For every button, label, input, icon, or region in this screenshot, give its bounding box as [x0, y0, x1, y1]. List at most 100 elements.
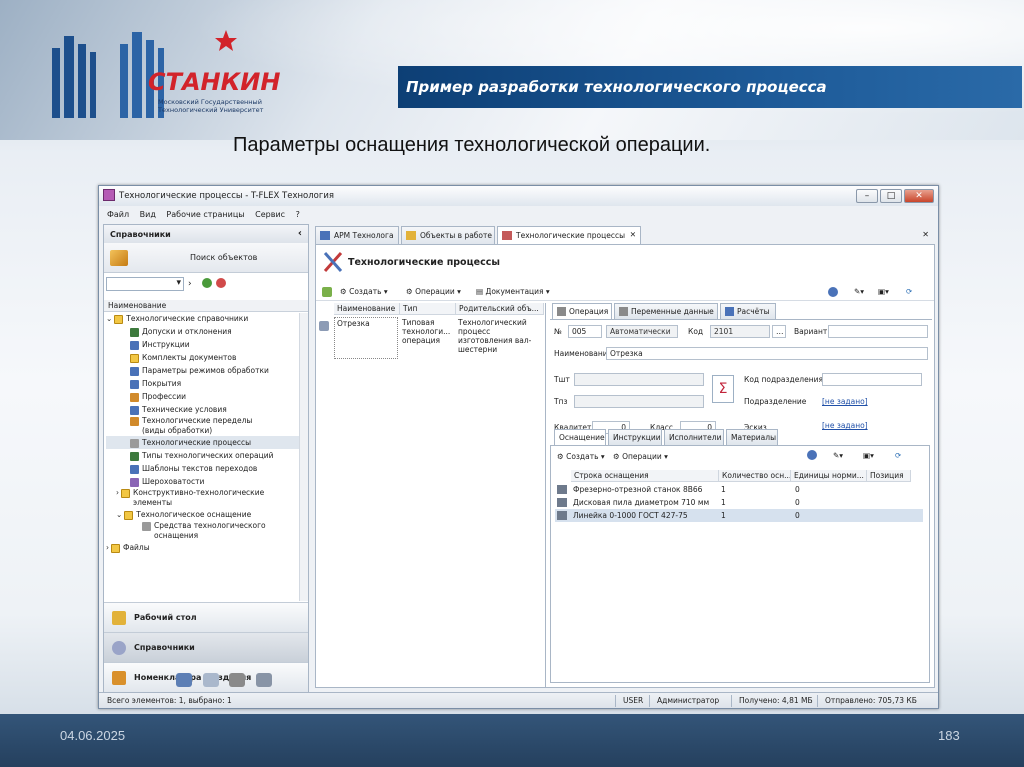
edit-icon[interactable]: ✎▾	[854, 287, 864, 296]
gears-icon[interactable]	[176, 673, 192, 687]
create-button[interactable]: ⚙ Создать ▾	[340, 287, 388, 296]
menu-file[interactable]: Файл	[107, 208, 129, 222]
tree-item[interactable]: Комплекты документов	[106, 351, 308, 364]
table-row-selected[interactable]: Линейка 0-1000 ГОСТ 427-75 1 0	[555, 509, 923, 522]
dept-link[interactable]: [не задано]	[822, 397, 868, 406]
user-icon[interactable]	[828, 287, 838, 297]
equip-operations-button[interactable]: ⚙ Операции ▾	[613, 452, 668, 461]
refresh-icon[interactable]	[202, 278, 212, 288]
mode-select[interactable]: Автоматически	[606, 325, 678, 338]
refresh-icon[interactable]: ⟳	[895, 451, 901, 460]
left-panel-title: Справочники	[110, 230, 171, 239]
col-units[interactable]: Единицы норми...	[791, 470, 867, 482]
user-icon[interactable]	[807, 450, 817, 460]
tree-item[interactable]: Параметры режимов обработки	[106, 364, 308, 377]
edit-icon[interactable]: ✎▾	[833, 451, 843, 460]
header-band: Пример разработки технологического проце…	[398, 66, 1022, 108]
close-all-icon[interactable]: ✕	[922, 230, 929, 239]
row-name[interactable]: Отрезка	[334, 317, 398, 359]
tab-operation[interactable]: Операция	[552, 303, 612, 319]
col-type[interactable]: Тип	[400, 303, 456, 315]
tree-item[interactable]: › Конструктивно-технологические элементы	[106, 488, 308, 508]
tree-column-header[interactable]: Наименование	[104, 300, 308, 312]
wrench-icon[interactable]	[255, 673, 272, 687]
col-name[interactable]: Наименование	[334, 303, 400, 315]
view-icon[interactable]: ▣▾	[878, 287, 889, 296]
tree-item[interactable]: Типы технологических операций	[106, 449, 308, 462]
minimize-button[interactable]: –	[856, 189, 878, 203]
documentation-button[interactable]: ▤ Документация ▾	[476, 287, 550, 296]
tree-item[interactable]: Технологические переделы (виды обработки…	[106, 416, 308, 436]
tree-item[interactable]: ⌄ Технологическое оснащение	[106, 508, 308, 521]
code-field[interactable]: 2101	[710, 325, 770, 338]
tab-instructions[interactable]: Инструкции	[608, 429, 662, 445]
tree-item[interactable]: Допуски и отклонения	[106, 325, 308, 338]
sigma-button[interactable]: Σ	[712, 375, 734, 403]
collapse-panel-icon[interactable]: ‹	[298, 228, 302, 239]
menu-service[interactable]: Сервис	[255, 208, 285, 222]
table-row[interactable]: Дисковая пила диаметром 710 мм 1 0	[555, 496, 923, 509]
dept-code-field[interactable]	[822, 373, 922, 386]
tree-item[interactable]: › Файлы	[106, 541, 308, 554]
chevron-right-icon[interactable]: ›	[188, 279, 192, 289]
num-field[interactable]: 005	[568, 325, 602, 338]
tpz-field[interactable]	[574, 395, 704, 408]
tab-materials[interactable]: Материалы	[726, 429, 778, 445]
col-quantity[interactable]: Количество осн...	[719, 470, 791, 482]
gear-icon	[619, 307, 628, 316]
mail-icon[interactable]	[202, 673, 219, 687]
tab-executors[interactable]: Исполнители	[664, 429, 724, 445]
col-parent[interactable]: Родительский объ...	[456, 303, 544, 315]
sketch-link[interactable]: [не задано]	[822, 421, 868, 430]
main-toolbar: ⚙ Создать ▾ ⚙ Операции ▾ ▤ Документация …	[316, 283, 934, 301]
row-parent[interactable]: Технологический процесс изготовления вал…	[458, 318, 544, 354]
tab-objects-in-work[interactable]: Объекты в работе	[401, 226, 495, 244]
close-tab-icon[interactable]: ✕	[630, 230, 636, 239]
operations-button[interactable]: ⚙ Операции ▾	[406, 287, 461, 296]
tree-item[interactable]: Средства технологического оснащения	[106, 521, 308, 541]
col-position[interactable]: Позиция	[867, 470, 911, 482]
glasses-icon[interactable]	[229, 673, 246, 687]
nav-desktop-button[interactable]: Рабочий стол	[104, 602, 308, 632]
object-search[interactable]: Поиск объектов	[104, 243, 308, 273]
view-icon[interactable]: ▣▾	[863, 451, 874, 460]
menu-view[interactable]: Вид	[140, 208, 156, 222]
menu-help[interactable]: ?	[296, 208, 300, 222]
tree-item[interactable]: Профессии	[106, 390, 308, 403]
tree-scrollbar[interactable]	[299, 313, 308, 601]
tab-equipment[interactable]: Оснащение	[554, 429, 606, 445]
col-equipment-line[interactable]: Строка оснащения	[571, 470, 719, 482]
tab-arm-technologist[interactable]: АРМ Технолога	[315, 226, 399, 244]
tree-item[interactable]: Инструкции	[106, 338, 308, 351]
close-button[interactable]: ✕	[904, 189, 934, 203]
variant-field[interactable]	[828, 325, 928, 338]
row-type[interactable]: Типовая технологи... операция	[402, 318, 454, 345]
window-titlebar[interactable]: Технологические процессы - T-FLEX Технол…	[99, 186, 938, 206]
filter-combo[interactable]	[106, 277, 184, 291]
maximize-button[interactable]: □	[880, 189, 902, 203]
tree-item[interactable]: Шаблоны текстов переходов	[106, 462, 308, 475]
filter-icon[interactable]	[216, 278, 226, 288]
equip-create-button[interactable]: ⚙ Создать ▾	[557, 452, 605, 461]
logo-wordmark: СТАНКИН	[148, 68, 280, 96]
table-row[interactable]: Фрезерно-отрезной станок 8В66 1 0	[555, 483, 923, 496]
nav-references-button[interactable]: Справочники	[104, 632, 308, 662]
tree-item[interactable]: ⌄ Технологические справочники	[106, 312, 308, 325]
tree-item[interactable]: Шероховатости	[106, 475, 308, 488]
folder-icon	[121, 488, 130, 498]
university-logo: СТАНКИН Московский Государственный Техно…	[30, 18, 300, 128]
tab-calculations[interactable]: Расчёты	[720, 303, 776, 319]
tab-tech-processes[interactable]: Технологические процессы ✕	[497, 226, 641, 245]
refresh-icon[interactable]: ⟳	[906, 287, 912, 296]
tree-item[interactable]: Покрытия	[106, 377, 308, 390]
machine-icon	[557, 485, 567, 494]
code-more-button[interactable]: …	[772, 325, 786, 338]
tree-item[interactable]: Технические условия	[106, 403, 308, 416]
save-icon[interactable]	[322, 287, 332, 297]
menu-workpages[interactable]: Рабочие страницы	[166, 208, 244, 222]
slide-date: 04.06.2025	[60, 728, 126, 743]
name-field[interactable]: Отрезка	[606, 347, 928, 360]
tab-variable-data[interactable]: Переменные данные	[614, 303, 718, 319]
tsht-field[interactable]	[574, 373, 704, 386]
tree-item-selected[interactable]: Технологические процессы	[106, 436, 308, 449]
